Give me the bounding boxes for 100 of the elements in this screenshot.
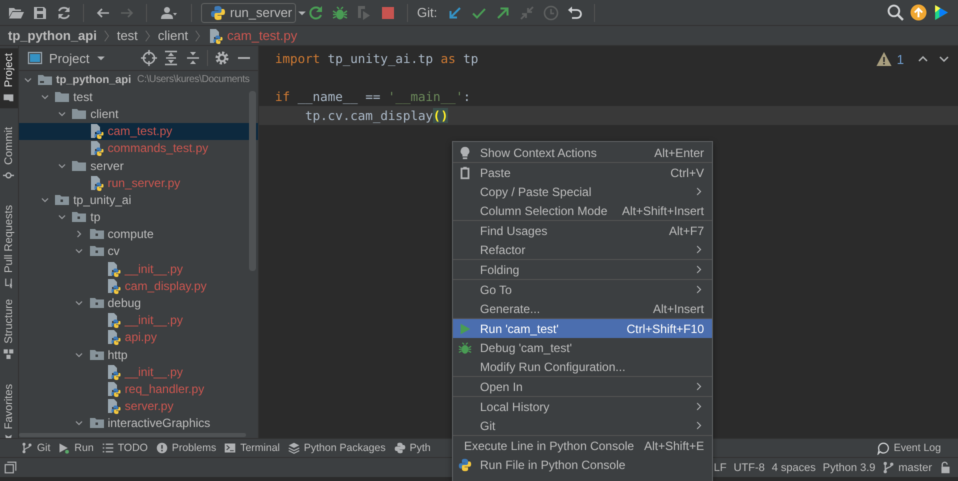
- breadcrumb-item[interactable]: test: [116, 28, 138, 43]
- sync-icon: [56, 4, 72, 20]
- tree-item[interactable]: interactiveGraphics: [19, 414, 258, 432]
- run-icon: [458, 322, 472, 336]
- menu-item[interactable]: Folding: [453, 260, 712, 279]
- breadcrumb-item[interactable]: tp_python_api: [8, 28, 97, 43]
- tree-item[interactable]: cam_test.py: [19, 122, 258, 140]
- code-line: if __name__ == '__main__':: [274, 88, 472, 106]
- menu-item[interactable]: Open In: [453, 377, 712, 396]
- path-hint: C:\Users\kures\Documents: [137, 74, 250, 86]
- tool-window-tab[interactable]: Commit: [0, 122, 18, 186]
- python-file-icon: [208, 28, 224, 44]
- warning-icon[interactable]: [876, 51, 892, 67]
- status-item[interactable]: 4 spaces: [770, 462, 818, 474]
- menu-item[interactable]: Run 'cam_test' Ctrl+Shift+F10: [453, 319, 712, 338]
- menu-item[interactable]: Find Usages Alt+F7: [453, 221, 712, 240]
- search-icon[interactable]: [887, 4, 904, 21]
- menu-item[interactable]: Paste Ctrl+V: [453, 163, 712, 182]
- bug-icon: [332, 4, 348, 20]
- tree-item[interactable]: cv: [19, 242, 258, 260]
- rerun-icon: [308, 4, 324, 20]
- menu-item[interactable]: Show Context Actions Alt+Enter: [453, 143, 712, 162]
- menu-item[interactable]: Git: [453, 416, 712, 435]
- menu-item[interactable]: Debug 'cam_test': [453, 338, 712, 357]
- tree-item[interactable]: tp_unity_ai: [19, 191, 258, 208]
- python-file-icon: [106, 364, 122, 380]
- menu-item[interactable]: Go To: [453, 280, 712, 299]
- tool-window-tab[interactable]: Structure: [0, 294, 18, 365]
- tree-item[interactable]: client: [19, 105, 258, 123]
- upgrade-icon[interactable]: [910, 4, 927, 21]
- settings-icon[interactable]: [214, 50, 230, 66]
- layout-icon[interactable]: [4, 461, 17, 474]
- menu-item[interactable]: Generate... Alt+Insert: [453, 299, 712, 318]
- status-item[interactable]: LF: [712, 462, 729, 474]
- run-icon: [58, 442, 70, 454]
- code-line: import tp_unity_ai.tp as tp: [274, 50, 480, 68]
- folder-icon: [4, 92, 14, 104]
- undo-icon: [567, 4, 584, 20]
- structure-icon: [4, 348, 14, 360]
- app-logo-icon[interactable]: [933, 4, 950, 21]
- tree-item[interactable]: test: [19, 88, 258, 106]
- menu-item[interactable]: Modify Run Configuration...: [453, 357, 712, 376]
- terminal-icon: [224, 442, 236, 454]
- expand-all-icon[interactable]: [163, 50, 179, 66]
- clock-icon: [543, 4, 560, 20]
- python-file-icon: [106, 278, 122, 294]
- user-icon: [161, 4, 177, 20]
- breadcrumb-item[interactable]: client: [158, 28, 188, 43]
- python-icon: [210, 4, 226, 20]
- python-file-icon: [106, 312, 122, 328]
- tool-window-tab[interactable]: Git: [18, 439, 54, 457]
- collapse-all-icon[interactable]: [185, 50, 201, 66]
- python-file-icon: [106, 398, 122, 414]
- tree-item[interactable]: http: [19, 346, 258, 364]
- menu-item[interactable]: Run File in Python Console: [453, 455, 712, 474]
- shortcut-hint: Alt+Shift+E: [644, 438, 704, 452]
- python-file-icon: [88, 123, 105, 140]
- project-view-dropdown[interactable]: Project: [27, 50, 108, 66]
- tree-item[interactable]: server: [19, 156, 258, 174]
- status-item[interactable]: Python 3.9: [820, 462, 878, 474]
- tree-item[interactable]: tp_python_api C:\Users\kures\Documents: [19, 71, 258, 88]
- python-file-icon: [106, 260, 122, 277]
- coverage-icon: [356, 4, 372, 20]
- python-file-icon: [106, 329, 122, 346]
- list-icon: [102, 442, 114, 454]
- shortcut-hint: Alt+F7: [668, 224, 704, 238]
- shortcut-hint: Ctrl+V: [670, 166, 704, 180]
- status-item[interactable]: UTF-8: [732, 462, 767, 474]
- python-icon: [394, 442, 406, 454]
- menu-item[interactable]: Copy / Paste Special: [453, 182, 712, 201]
- menu-item[interactable]: Column Selection Mode Alt+Shift+Insert: [453, 201, 712, 220]
- tool-window-tab[interactable]: Pyth: [390, 439, 434, 457]
- tool-window-tab[interactable]: Pull Requests: [0, 200, 18, 294]
- tool-window-tab[interactable]: Project: [0, 48, 18, 108]
- git-label: Git:: [417, 5, 438, 20]
- tree-item[interactable]: debug: [19, 294, 258, 312]
- crosshair-icon[interactable]: [141, 50, 157, 66]
- warning-count[interactable]: 1: [896, 52, 904, 66]
- pull-request-icon: [4, 278, 14, 290]
- event-log-tab[interactable]: Event Log: [874, 439, 944, 457]
- tool-window-tab[interactable]: Run: [55, 439, 97, 457]
- scrollbar[interactable]: [249, 91, 256, 271]
- tree-item[interactable]: compute: [19, 226, 258, 243]
- shortcut-hint: Alt+Shift+Insert: [622, 204, 704, 218]
- tool-window-tab[interactable]: TODO: [98, 439, 151, 457]
- branch-icon: [882, 461, 896, 474]
- tool-window-tab[interactable]: Problems: [152, 439, 220, 457]
- tool-window-tab[interactable]: Terminal: [221, 439, 283, 457]
- panel-icon: [27, 50, 43, 66]
- tool-window-tab[interactable]: Python Packages: [284, 439, 389, 457]
- menu-item[interactable]: Execute Line in Python Console Alt+Shift+E: [453, 436, 712, 455]
- menu-item[interactable]: Local History: [453, 397, 712, 416]
- branch-widget[interactable]: master: [880, 461, 934, 474]
- menu-item[interactable]: Refactor: [453, 240, 712, 259]
- speech-bubble-icon: [876, 442, 890, 454]
- tree-item[interactable]: tp: [19, 208, 258, 226]
- commit-icon: [4, 170, 14, 182]
- python-file-icon: [88, 140, 105, 156]
- problems-icon: [156, 442, 168, 454]
- branch-icon: [21, 442, 33, 454]
